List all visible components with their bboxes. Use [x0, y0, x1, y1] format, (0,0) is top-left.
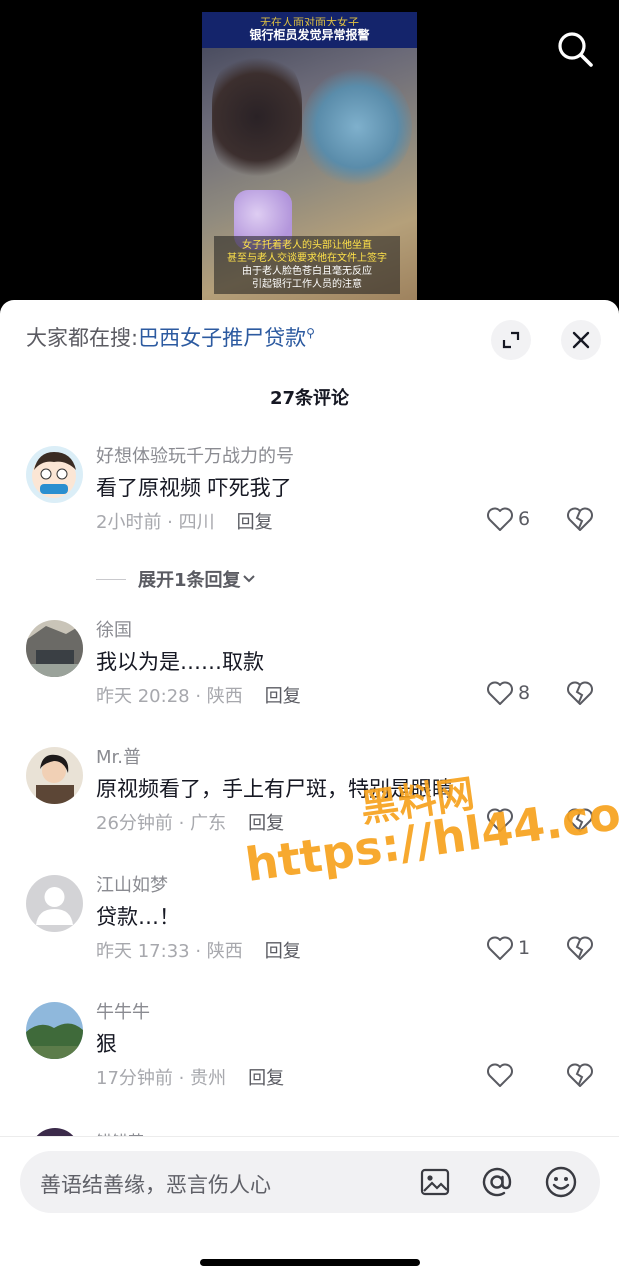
close-icon: [572, 331, 590, 349]
comment-text: 看了原视频 吓死我了: [96, 476, 292, 500]
broken-heart-icon: [567, 936, 593, 960]
like-count: 6: [518, 508, 531, 530]
reply-button[interactable]: 回复: [265, 941, 301, 962]
comment-time-location: 昨天 17:33 · 陕西: [96, 941, 243, 962]
video-banner-line2: 银行柜员发觉异常报警: [249, 28, 370, 42]
avatar[interactable]: [26, 747, 83, 804]
chevron-down-icon: [242, 575, 255, 583]
comment-time-location: 17分钟前 · 贵州: [96, 1068, 227, 1089]
comment-text: 狠: [96, 1032, 117, 1056]
dislike-button[interactable]: [566, 935, 594, 965]
video-subtitle: 女子托着老人的头部让他坐直 甚至与老人交谈要求他在文件上签字 由于老人脸色苍白且…: [214, 236, 400, 294]
comments-sheet: 大家都在搜:巴西女子推尸贷款⚲ 27条评论 好想体验玩千万战力的号 看了原视频 …: [0, 300, 619, 1280]
like-count: 1: [518, 937, 531, 959]
comment-item: 牛牛牛 狠 17分钟前 · 贵州 回复: [0, 1002, 619, 1122]
reply-button[interactable]: 回复: [248, 1068, 284, 1089]
expand-icon: [502, 331, 520, 349]
like-count: 8: [518, 682, 531, 704]
comment-text: 贷款…！: [96, 905, 180, 929]
expand-button[interactable]: [491, 320, 531, 360]
video-banner-line1: 无在人面对面大女子: [260, 16, 359, 26]
close-button[interactable]: [561, 320, 601, 360]
broken-heart-icon: [567, 507, 593, 531]
comment-meta: 17分钟前 · 贵州 回复: [96, 1064, 284, 1090]
avatar[interactable]: [26, 620, 83, 677]
hot-search-link[interactable]: 巴西女子推尸贷款: [138, 326, 306, 350]
avatar[interactable]: [26, 875, 83, 932]
comment-meta: 昨天 20:28 · 陕西 回复: [96, 682, 301, 708]
comment-text: 我以为是……取款: [96, 650, 264, 674]
heart-icon: [487, 1063, 513, 1087]
comment-meta: 2小时前 · 四川 回复: [96, 508, 273, 534]
video-subtitle-line: 引起银行工作人员的注意: [252, 279, 362, 290]
video-figure-blur: [302, 67, 412, 187]
heart-icon: [487, 681, 513, 705]
video-player[interactable]: 无在人面对面大女子 银行柜员发觉异常报警 女子托着老人的头部让他坐直 甚至与老人…: [0, 0, 619, 320]
reply-button[interactable]: 回复: [248, 813, 284, 834]
broken-heart-icon: [567, 681, 593, 705]
comment-author[interactable]: 江山如梦: [96, 871, 168, 897]
hot-search-prefix: 大家都在搜:: [26, 326, 139, 350]
heart-icon: [487, 936, 513, 960]
like-button[interactable]: [486, 1062, 518, 1088]
video-frame[interactable]: 无在人面对面大女子 银行柜员发觉异常报警 女子托着老人的头部让他坐直 甚至与老人…: [202, 12, 417, 312]
heart-icon: [487, 507, 513, 531]
like-button[interactable]: 8: [486, 680, 530, 706]
comment-author[interactable]: 徐国: [96, 616, 132, 642]
divider: [96, 578, 126, 580]
comment-time-location: 26分钟前 · 广东: [96, 813, 227, 834]
video-banner: 无在人面对面大女子 银行柜员发觉异常报警: [202, 12, 417, 48]
at-icon[interactable]: [480, 1165, 514, 1199]
comment-meta: 昨天 17:33 · 陕西 回复: [96, 937, 301, 963]
dislike-button[interactable]: [566, 506, 594, 536]
search-icon[interactable]: [556, 30, 594, 68]
expand-replies-label: 展开1条回复: [138, 570, 241, 591]
emoji-icon[interactable]: [544, 1165, 578, 1199]
dislike-button[interactable]: [566, 680, 594, 710]
comment-input-placeholder: 善语结善缘，恶言伤人心: [40, 1173, 271, 1197]
comment-item: 徐国 我以为是……取款 昨天 20:28 · 陕西 回复 8: [0, 620, 619, 740]
video-subtitle-line: 甚至与老人交谈要求他在文件上签字: [227, 253, 387, 264]
comment-input[interactable]: 善语结善缘，恶言伤人心: [20, 1151, 600, 1213]
comment-author[interactable]: 好想体验玩千万战力的号: [96, 442, 294, 468]
comment-meta: 26分钟前 · 广东 回复: [96, 809, 284, 835]
comment-author[interactable]: Mr.普: [96, 743, 141, 769]
like-button[interactable]: 6: [486, 506, 530, 532]
avatar[interactable]: [26, 1002, 83, 1059]
reply-button[interactable]: 回复: [237, 512, 273, 533]
home-indicator[interactable]: [200, 1259, 420, 1266]
broken-heart-icon: [567, 1063, 593, 1087]
comment-count: 27条评论: [269, 388, 350, 409]
hot-search-bar[interactable]: 大家都在搜:巴西女子推尸贷款⚲: [26, 322, 315, 352]
search-small-icon: ⚲: [306, 326, 315, 340]
like-button[interactable]: 1: [486, 935, 530, 961]
video-subtitle-line: 女子托着老人的头部让他坐直: [242, 240, 372, 251]
dislike-button[interactable]: [566, 1062, 594, 1092]
comment-item: 江山如梦 贷款…！ 昨天 17:33 · 陕西 回复 1: [0, 875, 619, 995]
comment-author[interactable]: 牛牛牛: [96, 998, 150, 1024]
expand-replies-button[interactable]: 展开1条回复: [96, 566, 257, 592]
avatar[interactable]: [26, 446, 83, 503]
video-subtitle-line: 由于老人脸色苍白且毫无反应: [242, 266, 372, 277]
comment-time-location: 2小时前 · 四川: [96, 512, 215, 533]
comment-item: 好想体验玩千万战力的号 看了原视频 吓死我了 2小时前 · 四川 回复 6: [0, 446, 619, 566]
comment-time-location: 昨天 20:28 · 陕西: [96, 686, 243, 707]
reply-button[interactable]: 回复: [265, 686, 301, 707]
video-figure-blur: [212, 52, 302, 182]
image-icon[interactable]: [418, 1165, 452, 1199]
